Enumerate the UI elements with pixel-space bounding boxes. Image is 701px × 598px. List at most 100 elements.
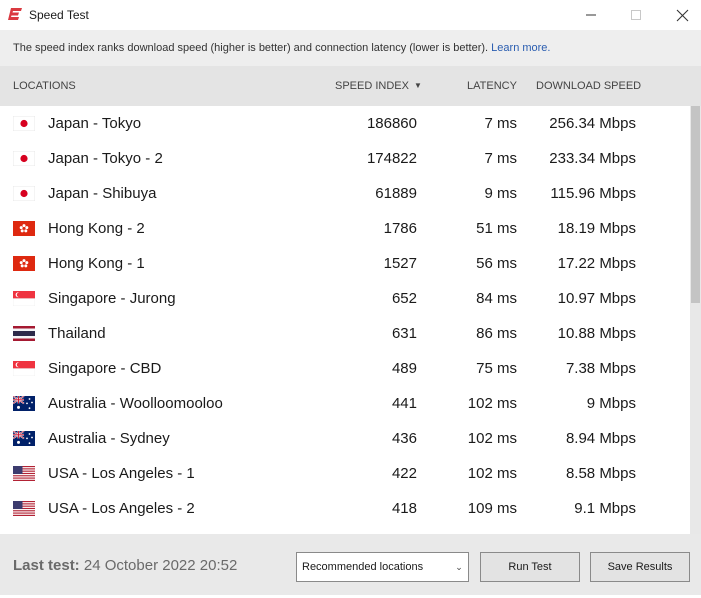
speed-index-value: 652: [391, 290, 417, 307]
usa-flag-icon: [13, 466, 35, 481]
location-row[interactable]: Hong Kong - 2 1786 51 ms 18.19 Mbps: [0, 211, 690, 246]
location-name: Hong Kong - 1: [48, 255, 145, 272]
speed-index-value: 422: [391, 465, 417, 482]
download-speed-value: 8.94 Mbps: [565, 430, 636, 447]
hong-kong-flag-icon: [13, 256, 35, 271]
column-speed-index[interactable]: SPEED INDEX ▼: [335, 66, 422, 106]
location-row[interactable]: Singapore - CBD 489 75 ms 7.38 Mbps: [0, 351, 690, 386]
latency-value: 102 ms: [467, 430, 517, 447]
location-filter-value: Recommended locations: [302, 561, 424, 573]
thailand-flag-icon: [13, 326, 35, 341]
hong-kong-flag-icon: [13, 221, 35, 236]
speed-index-value: 418: [391, 500, 417, 517]
japan-flag-icon: [13, 186, 35, 201]
latency-value: 75 ms: [476, 360, 517, 377]
title-bar: Speed Test: [0, 0, 701, 30]
column-header: LOCATIONS SPEED INDEX ▼ LATENCY DOWNLOAD …: [0, 66, 701, 106]
info-bar: The speed index ranks download speed (hi…: [0, 30, 701, 66]
location-name: Hong Kong - 2: [48, 220, 145, 237]
last-test-label: Last test:: [13, 557, 80, 574]
location-row[interactable]: USA - Los Angeles - 2 418 109 ms 9.1 Mbps: [0, 491, 690, 526]
speed-index-value: 1786: [383, 220, 417, 237]
download-speed-value: 10.88 Mbps: [557, 325, 636, 342]
list-scrollbar[interactable]: [690, 106, 701, 534]
location-row[interactable]: Japan - Tokyo - 2 174822 7 ms 233.34 Mbps: [0, 141, 690, 176]
download-speed-value: 233.34 Mbps: [549, 150, 636, 167]
close-button[interactable]: [659, 0, 701, 30]
latency-value: 9 ms: [484, 185, 517, 202]
location-row[interactable]: Singapore - Jurong 652 84 ms 10.97 Mbps: [0, 281, 690, 316]
speed-index-value: 436: [391, 430, 417, 447]
location-filter-select[interactable]: Recommended locations ⌄: [296, 552, 469, 582]
speed-index-value: 1527: [383, 255, 417, 272]
usa-flag-icon: [13, 501, 35, 516]
location-name: Singapore - CBD: [48, 360, 162, 377]
location-name: Thailand: [48, 325, 106, 342]
last-test: Last test: 24 October 2022 20:52: [13, 534, 237, 598]
speed-index-value: 631: [391, 325, 417, 342]
close-icon: [676, 9, 688, 21]
download-speed-value: 115.96 Mbps: [550, 185, 636, 202]
column-latency[interactable]: LATENCY: [467, 66, 517, 106]
info-text: The speed index ranks download speed (hi…: [13, 42, 489, 54]
column-locations[interactable]: LOCATIONS: [13, 66, 76, 106]
expressvpn-logo-icon: [8, 8, 22, 20]
latency-value: 7 ms: [484, 150, 517, 167]
download-speed-value: 256.34 Mbps: [549, 115, 636, 132]
download-speed-value: 8.58 Mbps: [565, 465, 636, 482]
location-list: Japan - Tokyo 186860 7 ms 256.34 Mbps Japan …: [0, 106, 690, 534]
learn-more-link[interactable]: Learn more.: [491, 42, 550, 54]
save-results-button[interactable]: Save Results: [590, 552, 690, 582]
location-row[interactable]: Australia - Sydney 436 102 ms 8.94 Mbps: [0, 421, 690, 456]
location-name: USA - Los Angeles - 2: [48, 500, 195, 517]
location-row[interactable]: Hong Kong - 1 1527 56 ms 17.22 Mbps: [0, 246, 690, 281]
run-test-button[interactable]: Run Test: [480, 552, 580, 582]
minimize-button[interactable]: [568, 0, 614, 30]
column-speed-index-label: SPEED INDEX: [335, 80, 409, 92]
location-row[interactable]: USA - Los Angeles - 1 422 102 ms 8.58 Mbps: [0, 456, 690, 491]
location-name: Australia - Woolloomooloo: [48, 395, 223, 412]
location-row[interactable]: Japan - Tokyo 186860 7 ms 256.34 Mbps: [0, 106, 690, 141]
speed-index-value: 441: [391, 395, 417, 412]
location-row[interactable]: Japan - Shibuya 61889 9 ms 115.96 Mbps: [0, 176, 690, 211]
download-speed-value: 9.1 Mbps: [574, 500, 636, 517]
speed-index-value: 174822: [366, 150, 417, 167]
latency-value: 109 ms: [467, 500, 517, 517]
latency-value: 86 ms: [476, 325, 517, 342]
latency-value: 7 ms: [484, 115, 517, 132]
column-download-speed[interactable]: DOWNLOAD SPEED: [536, 66, 641, 106]
latency-value: 102 ms: [467, 395, 517, 412]
location-name: Japan - Shibuya: [48, 185, 157, 202]
location-name: Japan - Tokyo - 2: [48, 150, 163, 167]
location-name: Australia - Sydney: [48, 430, 170, 447]
australia-flag-icon: [13, 431, 35, 446]
download-speed-value: 9 Mbps: [586, 395, 636, 412]
speed-index-value: 61889: [375, 185, 417, 202]
download-speed-value: 18.19 Mbps: [557, 220, 636, 237]
footer: Last test: 24 October 2022 20:52 Recomme…: [0, 534, 701, 595]
sort-down-icon: ▼: [413, 81, 422, 90]
location-row[interactable]: Australia - Woolloomooloo 441 102 ms 9 Mbps: [0, 386, 690, 421]
location-name: USA - Los Angeles - 1: [48, 465, 195, 482]
latency-value: 51 ms: [476, 220, 517, 237]
latency-value: 102 ms: [467, 465, 517, 482]
minimize-icon: [586, 14, 596, 16]
japan-flag-icon: [13, 116, 35, 131]
maximize-button[interactable]: [613, 0, 659, 30]
download-speed-value: 17.22 Mbps: [557, 255, 636, 272]
speed-index-value: 186860: [366, 115, 417, 132]
download-speed-value: 10.97 Mbps: [557, 290, 636, 307]
maximize-icon: [631, 10, 641, 20]
scrollbar-thumb[interactable]: [691, 106, 700, 303]
download-speed-value: 7.38 Mbps: [565, 360, 636, 377]
location-name: Singapore - Jurong: [48, 290, 176, 307]
latency-value: 84 ms: [476, 290, 517, 307]
chevron-down-icon: ⌄: [455, 562, 463, 572]
latency-value: 56 ms: [476, 255, 517, 272]
australia-flag-icon: [13, 396, 35, 411]
speed-index-value: 489: [391, 360, 417, 377]
location-name: Japan - Tokyo: [48, 115, 142, 132]
singapore-flag-icon: [13, 291, 35, 306]
window-title: Speed Test: [29, 8, 89, 22]
location-row[interactable]: Thailand 631 86 ms 10.88 Mbps: [0, 316, 690, 351]
